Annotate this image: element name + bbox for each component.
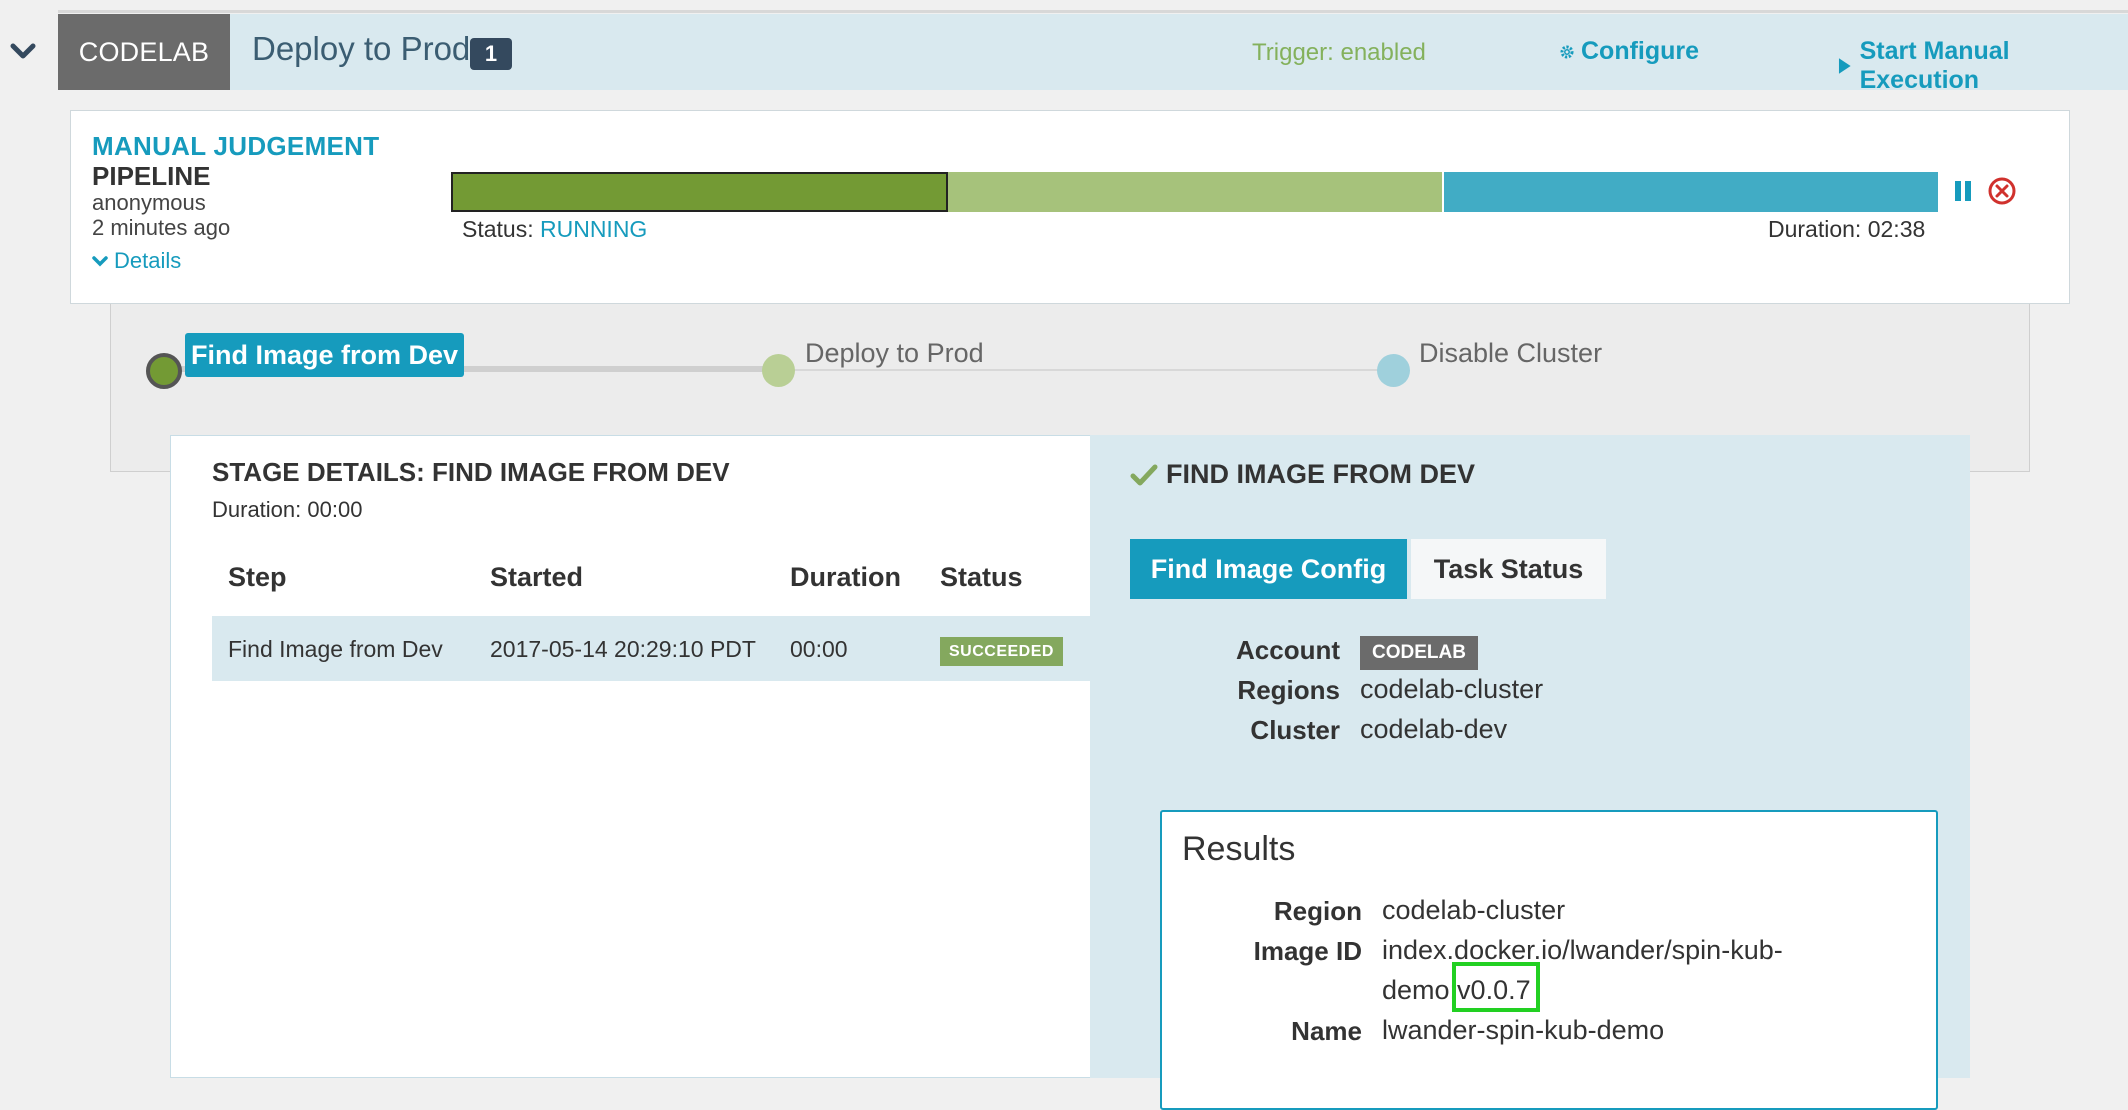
column-header-duration: Duration xyxy=(790,562,901,592)
execution-trigger-type[interactable]: MANUAL JUDGEMENT xyxy=(92,131,379,162)
gear-icon xyxy=(1560,45,1574,58)
pipeline-title: Deploy to Prod xyxy=(252,30,471,67)
status-value: RUNNING xyxy=(539,216,648,242)
status-label: Status: xyxy=(462,216,540,242)
trigger-status: Trigger: enabled xyxy=(1252,39,1426,66)
execution-status: Status: RUNNING xyxy=(462,216,647,243)
cluster-value: codelab-dev xyxy=(1360,714,1508,744)
stage-details-duration: Duration: 00:00 xyxy=(212,497,363,522)
pause-icon[interactable] xyxy=(1952,178,1974,204)
execution-subtype: PIPELINE xyxy=(92,161,211,191)
stage-node-disable[interactable] xyxy=(1377,354,1410,387)
result-name-label: Name xyxy=(1291,1016,1362,1046)
configure-link[interactable]: Configure xyxy=(1559,37,1699,66)
stage-progress-deploy[interactable] xyxy=(948,172,1442,212)
column-header-status: Status xyxy=(940,562,1023,592)
task-panel-title: FIND IMAGE FROM DEV xyxy=(1130,459,1475,490)
checkmark-icon xyxy=(1130,464,1158,485)
collapse-chevron-icon[interactable] xyxy=(10,38,36,64)
column-header-started: Started xyxy=(490,562,584,592)
result-image-id-prefix: demo: xyxy=(1382,975,1458,1005)
task-panel-title-text: FIND IMAGE FROM DEV xyxy=(1166,459,1475,489)
account-badge: CODELAB xyxy=(1360,636,1478,670)
stage-node-find-image[interactable] xyxy=(146,353,182,389)
results-title: Results xyxy=(1182,830,1296,868)
play-icon xyxy=(1838,58,1851,74)
stage-details-title: STAGE DETAILS: FIND IMAGE FROM DEV xyxy=(212,457,730,487)
running-count-badge: 1 xyxy=(470,38,512,70)
stage-label-disable[interactable]: Disable Cluster xyxy=(1419,338,1602,369)
table-cell-step: Find Image from Dev xyxy=(228,636,443,662)
regions-value: codelab-cluster xyxy=(1360,674,1544,704)
details-toggle[interactable]: Details xyxy=(92,248,181,274)
stage-node-deploy[interactable] xyxy=(762,354,795,387)
tab-task-status[interactable]: Task Status xyxy=(1411,539,1606,599)
graph-connector xyxy=(778,369,1392,371)
regions-label: Regions xyxy=(1237,675,1340,705)
details-label: Details xyxy=(114,248,182,273)
execution-user: anonymous xyxy=(92,190,206,215)
start-manual-execution-link[interactable]: Start Manual Execution xyxy=(1838,37,2128,95)
table-cell-started: 2017-05-14 20:29:10 PDT xyxy=(490,636,756,662)
stage-label-deploy[interactable]: Deploy to Prod xyxy=(805,338,984,369)
result-image-id-label: Image ID xyxy=(1253,936,1362,966)
execution-time: 2 minutes ago xyxy=(92,215,231,240)
image-tag-highlight xyxy=(1452,962,1540,1012)
stage-label-find-image[interactable]: Find Image from Dev xyxy=(185,333,465,377)
column-header-step: Step xyxy=(228,562,287,592)
chevron-down-icon xyxy=(92,256,108,267)
stage-progress-disable[interactable] xyxy=(1444,172,1938,212)
cancel-icon[interactable] xyxy=(1987,176,2017,206)
top-divider xyxy=(58,10,2128,13)
result-region-label: Region xyxy=(1273,896,1362,926)
stage-progress-find-image[interactable] xyxy=(451,172,948,212)
cluster-label: Cluster xyxy=(1250,715,1340,745)
table-cell-duration: 00:00 xyxy=(790,636,848,662)
result-name-value: lwander-spin-kub-demo xyxy=(1382,1015,1665,1045)
configure-label: Configure xyxy=(1581,37,1700,65)
result-region-value: codelab-cluster xyxy=(1382,895,1566,925)
result-image-id-line1: index.docker.io/lwander/spin-kub- xyxy=(1382,935,1783,965)
tab-find-image-config[interactable]: Find Image Config xyxy=(1130,539,1407,599)
start-manual-label: Start Manual Execution xyxy=(1859,37,2010,94)
account-label: Account xyxy=(1236,635,1340,665)
execution-duration: Duration: 02:38 xyxy=(1768,216,1926,242)
application-tab[interactable]: CODELAB xyxy=(58,14,230,90)
